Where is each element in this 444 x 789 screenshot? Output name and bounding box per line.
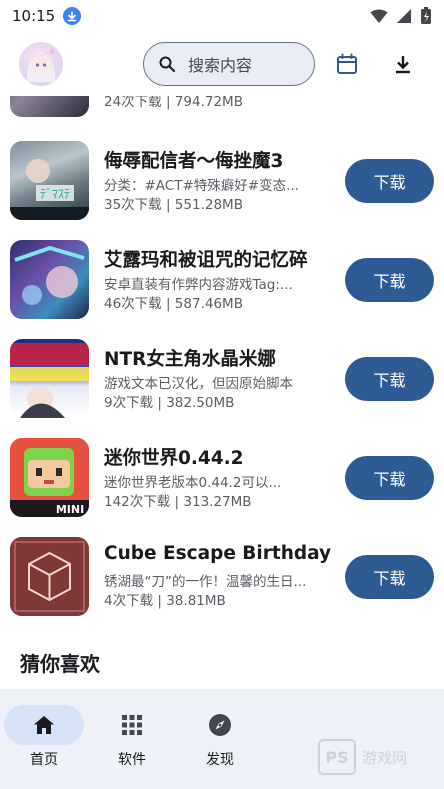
- watermark-logo: PS: [318, 739, 356, 775]
- download-button[interactable]: 下载: [345, 357, 434, 401]
- home-icon: [34, 716, 54, 734]
- item-title: 艾露玛和被诅咒的记忆碎: [104, 250, 308, 271]
- list-item[interactable]: 24次下载 | 794.72MB: [0, 96, 444, 120]
- item-title: Cube Escape Birthday: [104, 543, 332, 564]
- bottom-nav: 首页 软件 发现 PS 游戏网: [0, 689, 444, 789]
- game-thumbnail: [10, 537, 89, 616]
- avatar[interactable]: [19, 42, 63, 86]
- item-desc: 迷你世界老版本0.44.2可以...: [104, 475, 282, 491]
- download-notification-icon: [63, 7, 82, 25]
- item-title: NTR女主角水晶米娜: [104, 349, 276, 370]
- signal-icon: [397, 9, 411, 23]
- watermark-text: 游戏网: [362, 748, 408, 767]
- item-desc: 游戏文本已汉化，但因原始脚本: [104, 376, 293, 392]
- game-list: 24次下载 | 794.72MB ﾃﾞﾏｽﾃ 侮辱配信者～侮挫魔3 分类：#AC…: [0, 96, 444, 689]
- list-item[interactable]: 艾露玛和被诅咒的记忆碎 安卓直装有作弊内容游戏Tag:... 46次下载 | 5…: [0, 240, 444, 322]
- download-button[interactable]: 下载: [345, 456, 434, 500]
- item-meta: 24次下载 | 794.72MB: [104, 96, 243, 110]
- game-thumbnail: [10, 240, 89, 319]
- list-item[interactable]: NTR女主角水晶米娜 游戏文本已汉化，但因原始脚本 9次下载 | 382.50M…: [0, 339, 444, 421]
- list-item[interactable]: Cube Escape Birthday 锈湖最“刀”的一作！温馨的生日... …: [0, 537, 444, 619]
- grid-icon: [122, 715, 142, 735]
- item-title: 迷你世界0.44.2: [104, 448, 244, 469]
- game-thumbnail: ﾃﾞﾏｽﾃ: [10, 141, 89, 220]
- item-meta: 9次下载 | 382.50MB: [104, 395, 235, 411]
- nav-item-home[interactable]: 首页: [0, 689, 88, 789]
- downloads-button[interactable]: [383, 44, 423, 84]
- status-bar: 10:15: [0, 0, 444, 32]
- item-desc: 安卓直装有作弊内容游戏Tag:...: [104, 277, 293, 293]
- nav-label: 发现: [206, 752, 234, 768]
- search-icon: [159, 56, 175, 72]
- svg-text:MINI: MINI: [56, 503, 84, 516]
- game-thumbnail: MINI: [10, 438, 89, 517]
- status-icons: [370, 7, 432, 25]
- item-meta: 35次下载 | 551.28MB: [104, 197, 243, 213]
- download-button[interactable]: 下载: [345, 258, 434, 302]
- game-thumbnail: [10, 96, 89, 117]
- download-button[interactable]: 下载: [345, 555, 434, 599]
- nav-item-discover[interactable]: 发现: [176, 689, 264, 789]
- search-bar[interactable]: 搜索内容: [143, 42, 315, 86]
- status-time: 10:15: [12, 7, 56, 25]
- watermark: PS 游戏网: [318, 735, 436, 779]
- list-item[interactable]: ﾃﾞﾏｽﾃ 侮辱配信者～侮挫魔3 分类：#ACT#特殊癖好#变态... 35次下…: [0, 141, 444, 223]
- item-desc: 分类：#ACT#特殊癖好#变态...: [104, 178, 299, 194]
- svg-text:ﾃﾞﾏｽﾃ: ﾃﾞﾏｽﾃ: [40, 187, 70, 201]
- top-app-bar: 搜索内容: [0, 32, 444, 96]
- download-button[interactable]: 下载: [345, 159, 434, 203]
- nav-label: 首页: [30, 752, 58, 768]
- list-item[interactable]: MINI 迷你世界0.44.2 迷你世界老版本0.44.2可以... 142次下…: [0, 438, 444, 520]
- nav-pill: [180, 705, 260, 745]
- calendar-button[interactable]: [327, 44, 367, 84]
- compass-icon: [209, 714, 231, 736]
- search-placeholder: 搜索内容: [188, 56, 253, 75]
- nav-pill: [92, 705, 172, 745]
- item-title: 侮辱配信者～侮挫魔3: [104, 151, 284, 172]
- battery-icon: [421, 7, 431, 24]
- wifi-icon: [370, 9, 388, 23]
- nav-pill: [4, 705, 84, 745]
- section-title-recommend: 猜你喜欢: [20, 652, 100, 676]
- item-meta: 4次下载 | 38.81MB: [104, 593, 226, 609]
- game-thumbnail: [10, 339, 89, 418]
- calendar-icon: [337, 53, 357, 74]
- download-icon: [396, 56, 410, 74]
- nav-label: 软件: [118, 752, 146, 768]
- item-desc: 锈湖最“刀”的一作！温馨的生日...: [104, 574, 307, 590]
- item-meta: 142次下载 | 313.27MB: [104, 494, 252, 510]
- nav-item-software[interactable]: 软件: [88, 689, 176, 789]
- item-meta: 46次下载 | 587.46MB: [104, 296, 243, 312]
